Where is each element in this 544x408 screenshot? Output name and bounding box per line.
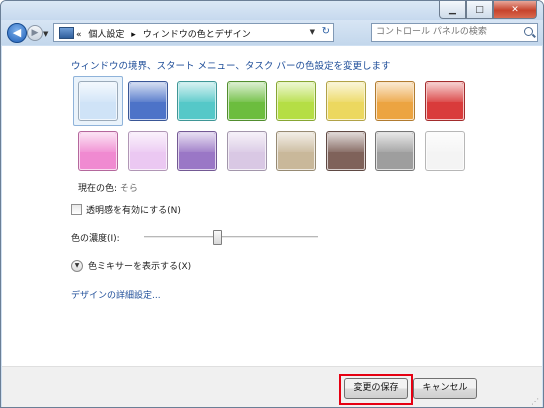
current-color-label: 現在の色: <box>78 184 118 194</box>
search-icon[interactable] <box>524 27 533 36</box>
intensity-slider-track[interactable] <box>144 236 318 238</box>
button-bar: 変更の保存 キャンセル ⋰ <box>2 366 542 407</box>
save-changes-button[interactable]: 変更の保存 <box>344 378 408 399</box>
breadcrumb-overflow[interactable]: « <box>76 30 82 40</box>
advanced-appearance-link[interactable]: デザインの詳細設定... <box>71 288 161 301</box>
breadcrumb-item-window-color[interactable]: ウィンドウの色とデザイン <box>143 30 251 40</box>
transparency-option[interactable]: 透明感を有効にする(N) <box>71 203 181 216</box>
swatch-gloss <box>229 83 265 102</box>
cancel-button[interactable]: キャンセル <box>413 378 477 399</box>
breadcrumb: « 個人設定 ▸ ウィンドウの色とデザイン <box>76 27 255 40</box>
color-swatch[interactable] <box>128 131 168 171</box>
color-swatch[interactable] <box>375 81 415 121</box>
close-icon[interactable]: ✕ <box>493 1 537 19</box>
swatch-gloss <box>179 133 215 152</box>
color-mixer-toggle[interactable]: ▼ 色ミキサーを表示する(X) <box>71 259 191 272</box>
current-color: 現在の色: そら <box>78 181 138 194</box>
swatch-gloss <box>328 83 364 102</box>
maximize-icon[interactable]: □ <box>466 1 493 19</box>
color-swatch[interactable] <box>425 131 465 171</box>
breadcrumb-item-personalization[interactable]: 個人設定 <box>88 30 124 40</box>
color-swatch[interactable] <box>326 131 366 171</box>
address-dropdown-icon[interactable]: ▼ <box>310 28 315 36</box>
search-input[interactable] <box>376 25 516 39</box>
swatch-gloss <box>278 83 314 102</box>
color-mixer-label[interactable]: 色ミキサーを表示する(X) <box>88 259 191 272</box>
swatch-gloss <box>377 133 413 152</box>
address-bar[interactable]: « 個人設定 ▸ ウィンドウの色とデザイン ▼ ↻ <box>53 23 334 42</box>
swatch-gloss <box>179 83 215 102</box>
swatch-gloss <box>80 133 116 152</box>
color-swatch[interactable] <box>78 131 118 171</box>
swatch-gloss <box>377 83 413 102</box>
swatch-gloss <box>427 133 463 152</box>
swatch-gloss <box>427 83 463 102</box>
swatch-gloss <box>229 133 265 152</box>
color-swatch[interactable] <box>78 81 118 121</box>
swatch-gloss <box>328 133 364 152</box>
color-swatch[interactable] <box>425 81 465 121</box>
main-content: ウィンドウの境界、スタート メニュー、タスク バーの色設定を変更します 現在の色… <box>2 46 542 366</box>
intensity-label: 色の濃度(I): <box>71 234 120 244</box>
search-box[interactable] <box>371 23 538 42</box>
breadcrumb-separator-icon[interactable]: ▸ <box>131 30 136 40</box>
window-color-appearance-window: ▁ □ ✕ ◀ ▶ ▼ « 個人設定 ▸ ウィンドウの色とデザイン ▼ ↻ ウィ… <box>0 0 544 408</box>
title-bar: ▁ □ ✕ <box>1 1 543 20</box>
color-swatch[interactable] <box>375 131 415 171</box>
color-swatch[interactable] <box>227 81 267 121</box>
color-swatch[interactable] <box>276 131 316 171</box>
transparency-checkbox[interactable] <box>71 204 82 215</box>
color-swatch[interactable] <box>276 81 316 121</box>
caption-buttons: ▁ □ ✕ <box>439 1 537 19</box>
swatch-gloss <box>80 83 116 102</box>
color-swatch[interactable] <box>326 81 366 121</box>
page-heading: ウィンドウの境界、スタート メニュー、タスク バーの色設定を変更します <box>71 61 391 72</box>
color-swatch[interactable] <box>128 81 168 121</box>
back-button[interactable]: ◀ <box>7 23 27 43</box>
swatch-gloss <box>130 133 166 152</box>
control-panel-icon <box>59 27 74 39</box>
transparency-label[interactable]: 透明感を有効にする(N) <box>86 203 181 216</box>
current-color-value: そら <box>119 184 138 194</box>
navigation-bar: ◀ ▶ ▼ « 個人設定 ▸ ウィンドウの色とデザイン ▼ ↻ <box>1 20 543 45</box>
chevron-down-icon[interactable]: ▼ <box>71 259 83 272</box>
intensity-slider-thumb[interactable] <box>213 230 222 245</box>
swatch-gloss <box>130 83 166 102</box>
resize-grip-icon[interactable]: ⋰ <box>531 397 541 407</box>
color-swatch[interactable] <box>227 131 267 171</box>
recent-pages-dropdown-icon[interactable]: ▼ <box>43 30 48 38</box>
refresh-icon[interactable]: ↻ <box>322 26 330 37</box>
forward-button[interactable]: ▶ <box>27 25 43 41</box>
color-swatch[interactable] <box>177 81 217 121</box>
minimize-icon[interactable]: ▁ <box>439 1 466 19</box>
color-swatch[interactable] <box>177 131 217 171</box>
swatch-gloss <box>278 133 314 152</box>
